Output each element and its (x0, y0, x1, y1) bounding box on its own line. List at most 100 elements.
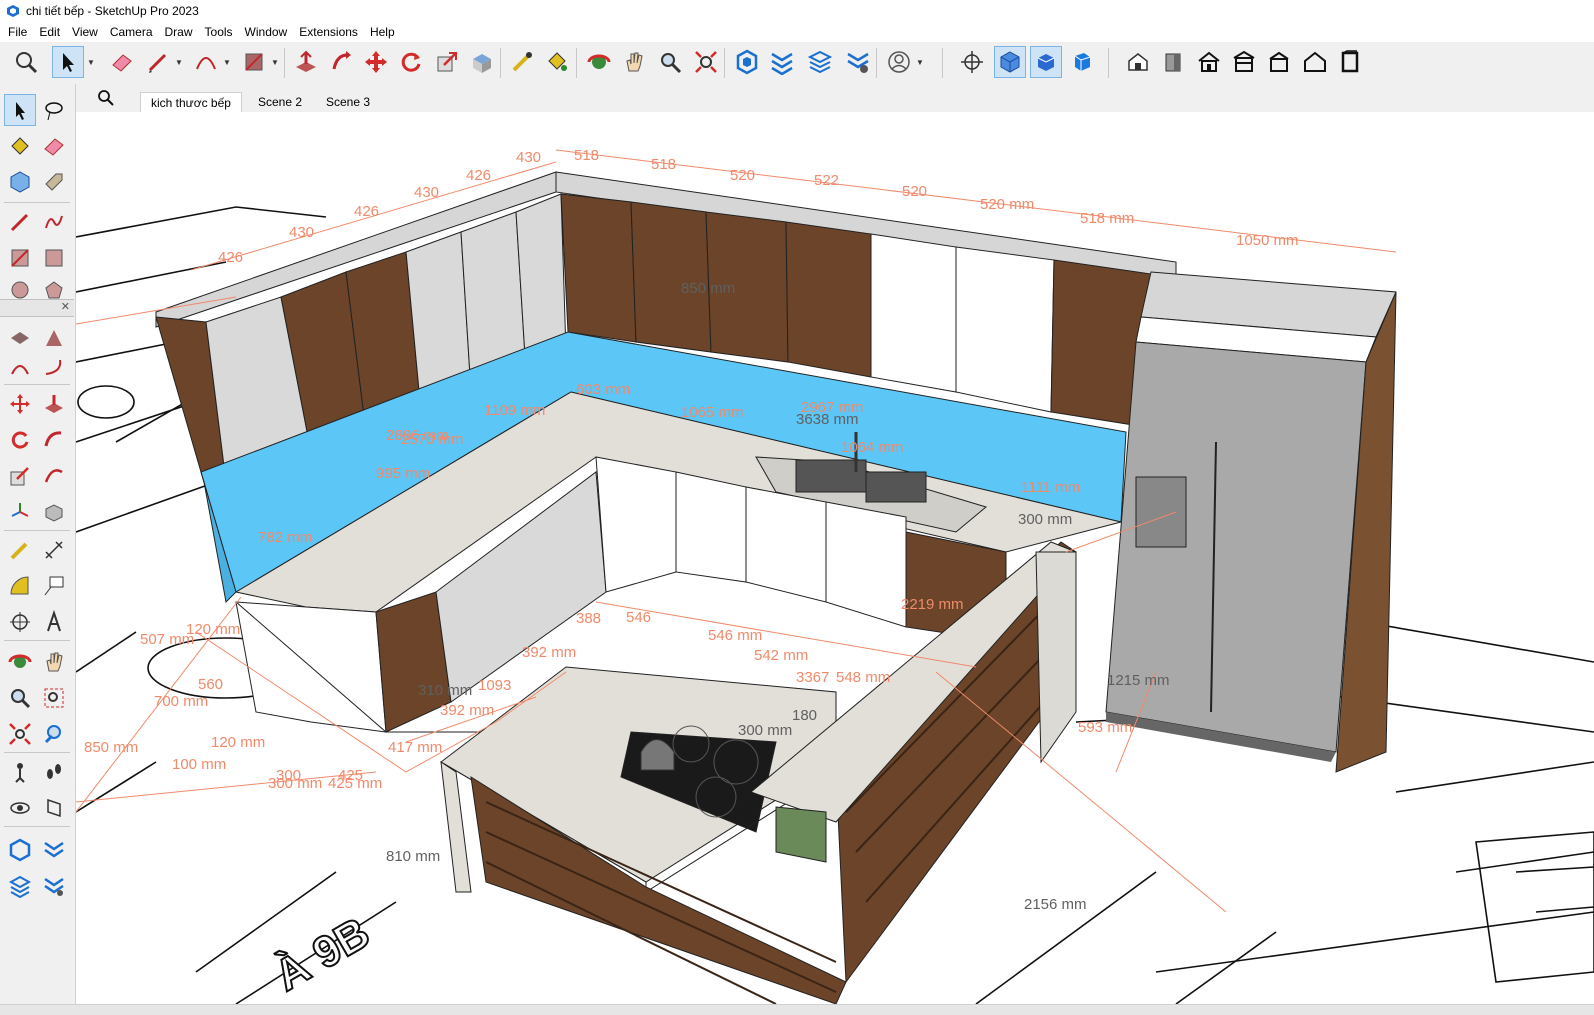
menu-extensions[interactable]: Extensions (293, 25, 364, 39)
offset-tool-icon[interactable] (38, 460, 70, 492)
previous-view-icon[interactable] (38, 718, 70, 750)
freehand-icon[interactable] (38, 206, 70, 238)
line-tool-icon[interactable] (4, 206, 36, 238)
extension-panel-icon[interactable] (38, 870, 70, 902)
pencil-icon[interactable] (142, 46, 174, 78)
outliner-icon[interactable] (1299, 46, 1331, 78)
rotate-icon[interactable] (395, 46, 427, 78)
rectangle-dropdown-icon[interactable]: ▼ (270, 46, 280, 78)
components-panel-icon[interactable] (4, 834, 36, 866)
island-shelf (775, 806, 827, 863)
follow-me-icon[interactable] (326, 46, 358, 78)
protractor-icon[interactable] (4, 570, 36, 602)
followme-tool-icon[interactable] (38, 424, 70, 456)
orbit-tool-icon[interactable] (4, 646, 36, 678)
close-icon[interactable]: ✕ (61, 300, 70, 313)
zoom-window-icon[interactable] (38, 682, 70, 714)
arc-dropdown-icon[interactable]: ▼ (222, 46, 232, 78)
styles-panel-icon[interactable] (38, 834, 70, 866)
push-tool-icon[interactable] (4, 322, 36, 354)
push-pull-icon[interactable] (290, 46, 322, 78)
dimension-tool-icon[interactable] (38, 534, 70, 566)
zoom-extents-icon[interactable] (690, 46, 722, 78)
arc2-tool-icon[interactable] (4, 352, 36, 384)
arc3-tool-icon[interactable] (38, 352, 70, 384)
menu-edit[interactable]: Edit (33, 25, 66, 39)
tape-tool-icon[interactable] (4, 534, 36, 566)
position-camera-icon[interactable] (956, 46, 988, 78)
eraser-icon[interactable] (106, 46, 138, 78)
move-icon[interactable] (360, 46, 392, 78)
front-view-icon[interactable] (1066, 46, 1098, 78)
zoom-tool-icon[interactable] (654, 46, 686, 78)
pan-tool-icon[interactable] (38, 646, 70, 678)
extensions-icon[interactable] (842, 46, 874, 78)
search-icon[interactable] (96, 88, 116, 108)
tab-kich-thuoc-bep[interactable]: kich thươc bếp (140, 92, 242, 113)
3d-text-icon[interactable] (38, 606, 70, 638)
kitchen-model[interactable]: À 9B 426 430 426 430 426 430 518 518 520… (76, 112, 1594, 1004)
tab-scene-2[interactable]: Scene 2 (248, 92, 313, 112)
tag-tool-icon[interactable] (38, 166, 70, 198)
paint-tool-icon[interactable] (4, 130, 36, 162)
pie-tool-icon[interactable] (38, 322, 70, 354)
top-view-icon[interactable] (1030, 46, 1062, 78)
scale-icon[interactable] (431, 46, 463, 78)
rectangle-icon[interactable] (238, 46, 270, 78)
right-view-icon[interactable] (1122, 46, 1154, 78)
dim-top-518b: 518 (651, 156, 676, 173)
move-tool-icon[interactable] (4, 388, 36, 420)
solid-tool-icon[interactable] (38, 496, 70, 528)
select-icon[interactable] (52, 46, 84, 78)
scale-tool-icon[interactable] (4, 460, 36, 492)
components-icon[interactable] (731, 46, 763, 78)
document-icon[interactable] (1334, 46, 1366, 78)
lasso-icon[interactable] (38, 94, 70, 126)
component-tool-icon[interactable] (4, 166, 36, 198)
pencil-dropdown-icon[interactable]: ▼ (174, 46, 184, 78)
zoom-tool2-icon[interactable] (4, 682, 36, 714)
pushpull-tool-icon[interactable] (38, 388, 70, 420)
menu-help[interactable]: Help (364, 25, 401, 39)
select-dropdown-icon[interactable]: ▼ (86, 46, 96, 78)
styles-icon[interactable] (766, 46, 798, 78)
rect-tool-icon[interactable] (4, 242, 36, 274)
user-dropdown-icon[interactable]: ▼ (915, 46, 925, 78)
orbit-icon[interactable] (583, 46, 615, 78)
text-tool-icon[interactable] (38, 570, 70, 602)
menu-camera[interactable]: Camera (104, 25, 159, 39)
menu-file[interactable]: File (0, 25, 33, 39)
section-icon[interactable] (1263, 46, 1295, 78)
left-view-icon[interactable] (1193, 46, 1225, 78)
menu-view[interactable]: View (66, 25, 104, 39)
layers-icon[interactable] (804, 46, 836, 78)
offset-icon[interactable] (466, 46, 498, 78)
zoom-extents-tool-icon[interactable] (4, 718, 36, 750)
position-camera-tool-icon[interactable] (4, 756, 36, 788)
user-icon[interactable] (883, 46, 915, 78)
look-around-icon[interactable] (4, 792, 36, 824)
iso-view-icon[interactable] (994, 46, 1026, 78)
zoom-icon[interactable] (10, 46, 42, 78)
menu-window[interactable]: Window (239, 25, 294, 39)
paint-bucket-icon[interactable] (541, 46, 573, 78)
tab-scene-3[interactable]: Scene 3 (316, 92, 381, 112)
arc-icon[interactable] (190, 46, 222, 78)
axes2-tool-icon[interactable] (4, 606, 36, 638)
menu-draw[interactable]: Draw (159, 25, 199, 39)
dim-542: 542 mm (754, 647, 808, 664)
select-tool-icon[interactable] (4, 94, 36, 126)
home-view-icon[interactable] (1228, 46, 1260, 78)
layers-panel-icon[interactable] (4, 870, 36, 902)
axes-tool-icon[interactable] (4, 496, 36, 528)
tape-measure-icon[interactable] (506, 46, 538, 78)
pan-icon[interactable] (618, 46, 650, 78)
model-viewport[interactable]: À 9B 426 430 426 430 426 430 518 518 520… (76, 112, 1594, 1004)
rotate-tool-icon[interactable] (4, 424, 36, 456)
rotated-rect-icon[interactable] (38, 242, 70, 274)
walk-icon[interactable] (38, 756, 70, 788)
section-plane-icon[interactable] (38, 792, 70, 824)
back-view-icon[interactable] (1158, 46, 1190, 78)
menu-tools[interactable]: Tools (199, 25, 239, 39)
eraser-tool-icon[interactable] (38, 130, 70, 162)
